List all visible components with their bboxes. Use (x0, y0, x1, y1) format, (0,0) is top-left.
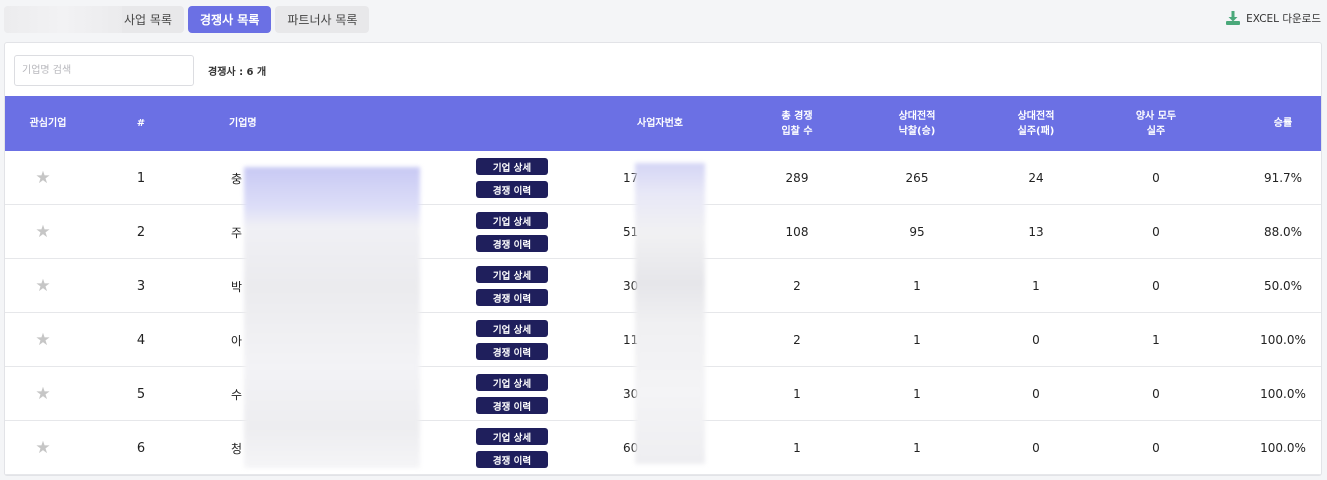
row-number: 2 (136, 224, 146, 240)
losses: 13 (1028, 225, 1044, 239)
star-icon: ★ (35, 222, 51, 242)
total-bids: 1 (793, 387, 801, 401)
losses: 0 (1032, 387, 1040, 401)
win-rate: 100.0% (1260, 441, 1306, 455)
losses: 0 (1032, 333, 1040, 347)
company-detail-button[interactable]: 기업 상세 (476, 374, 548, 391)
both-lost: 0 (1152, 279, 1160, 293)
column-header-both-lost: 양사 모두 실주 (1135, 110, 1177, 137)
tab-label: 경쟁사 목록 (200, 13, 260, 27)
both-lost: 0 (1152, 171, 1160, 185)
row-number: 6 (136, 440, 146, 456)
both-lost: 0 (1152, 387, 1160, 401)
favorite-toggle[interactable]: ★ (5, 259, 81, 313)
favorite-toggle[interactable]: ★ (5, 313, 81, 367)
total-bids: 108 (785, 225, 809, 239)
column-header-company-name: 기업명 (229, 118, 257, 129)
both-lost: 1 (1152, 333, 1160, 347)
tab-partner-list[interactable]: 파트너사 목록 (275, 6, 370, 33)
star-icon: ★ (35, 384, 51, 404)
row-number: 4 (136, 332, 146, 348)
redacted-area (4, 6, 122, 33)
competition-history-button[interactable]: 경쟁 이력 (476, 397, 548, 414)
competition-history-button[interactable]: 경쟁 이력 (476, 235, 548, 252)
wins: 95 (909, 225, 925, 239)
row-actions: 기업 상세 경쟁 이력 (476, 205, 548, 259)
competition-history-button[interactable]: 경쟁 이력 (476, 451, 548, 468)
total-bids: 2 (793, 279, 801, 293)
download-icon (1226, 11, 1241, 25)
favorite-toggle[interactable]: ★ (5, 151, 81, 205)
row-actions: 기업 상세 경쟁 이력 (476, 313, 548, 367)
excel-download-label: EXCEL 다운로드 (1246, 12, 1321, 25)
competition-history-button[interactable]: 경쟁 이력 (476, 181, 548, 198)
star-icon: ★ (35, 330, 51, 350)
tab-competitor-list[interactable]: 경쟁사 목록 (188, 6, 272, 33)
win-rate: 100.0% (1260, 387, 1306, 401)
table-header: 관심기업 # 기업명 사업자번호 총 경쟁 입찰 수 상대전적 낙찰(승) 상대… (5, 96, 1321, 151)
both-lost: 0 (1152, 441, 1160, 455)
row-number: 1 (136, 170, 146, 186)
wins: 265 (905, 171, 929, 185)
tab-business-list[interactable]: 사업 목록 (4, 6, 184, 33)
win-rate: 91.7% (1263, 171, 1303, 185)
wins: 1 (913, 279, 921, 293)
row-actions: 기업 상세 경쟁 이력 (476, 421, 548, 475)
wins: 1 (913, 333, 921, 347)
excel-download-button[interactable]: EXCEL 다운로드 (1225, 10, 1321, 26)
row-actions: 기업 상세 경쟁 이력 (476, 259, 548, 313)
wins: 1 (913, 441, 921, 455)
competitor-count: 경쟁사 : 6 개 (208, 67, 267, 78)
company-detail-button[interactable]: 기업 상세 (476, 266, 548, 283)
both-lost: 0 (1152, 225, 1160, 239)
wins: 1 (913, 387, 921, 401)
win-rate: 100.0% (1260, 333, 1306, 347)
company-detail-button[interactable]: 기업 상세 (476, 428, 548, 445)
tab-bar: 사업 목록 경쟁사 목록 파트너사 목록 (4, 6, 370, 33)
column-header-losses: 상대전적 실주(패) (1017, 110, 1055, 137)
tab-label: 파트너사 목록 (287, 13, 358, 27)
favorite-toggle[interactable]: ★ (5, 205, 81, 259)
tab-label: 사업 목록 (124, 13, 172, 27)
favorite-toggle[interactable]: ★ (5, 367, 81, 421)
company-detail-button[interactable]: 기업 상세 (476, 158, 548, 175)
win-rate: 50.0% (1263, 279, 1303, 293)
row-number: 3 (136, 278, 146, 294)
losses: 1 (1032, 279, 1040, 293)
company-detail-button[interactable]: 기업 상세 (476, 320, 548, 337)
total-bids: 1 (793, 441, 801, 455)
competition-history-button[interactable]: 경쟁 이력 (476, 343, 548, 360)
total-bids: 2 (793, 333, 801, 347)
star-icon: ★ (35, 168, 51, 188)
losses: 0 (1032, 441, 1040, 455)
row-actions: 기업 상세 경쟁 이력 (476, 367, 548, 421)
column-header-wins: 상대전적 낙찰(승) (898, 110, 936, 137)
company-detail-button[interactable]: 기업 상세 (476, 212, 548, 229)
column-header-total-bids: 총 경쟁 입찰 수 (781, 110, 813, 137)
favorite-toggle[interactable]: ★ (5, 421, 81, 475)
column-header-number: # (136, 118, 146, 129)
redacted-business-numbers (635, 163, 705, 464)
total-bids: 289 (785, 171, 809, 185)
company-search-input[interactable] (14, 55, 194, 86)
losses: 24 (1028, 171, 1044, 185)
competition-history-button[interactable]: 경쟁 이력 (476, 289, 548, 306)
star-icon: ★ (35, 438, 51, 458)
star-icon: ★ (35, 276, 51, 296)
column-header-business-number: 사업자번호 (637, 118, 683, 129)
column-header-win-rate: 승률 (1273, 118, 1293, 129)
column-header-favorite: 관심기업 (29, 118, 67, 129)
win-rate: 88.0% (1263, 225, 1303, 239)
row-number: 5 (136, 386, 146, 402)
row-actions: 기업 상세 경쟁 이력 (476, 151, 548, 205)
redacted-company-names (244, 167, 420, 468)
